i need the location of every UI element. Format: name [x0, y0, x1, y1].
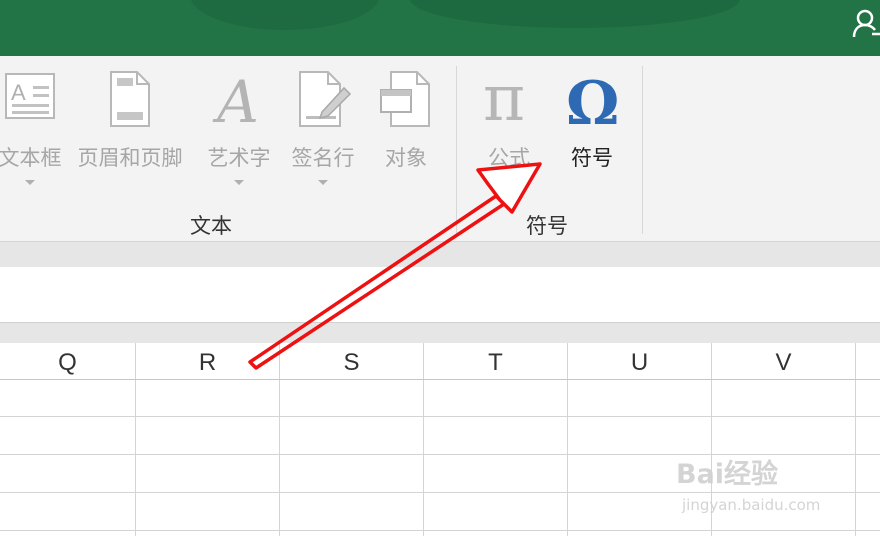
- group-label-symbols: 符号: [526, 214, 568, 238]
- header-footer-button[interactable]: 页眉和页脚: [68, 62, 192, 186]
- wordart-glyph: A: [212, 68, 259, 130]
- wordart-dropdown-icon[interactable]: [234, 180, 244, 185]
- signature-line-icon: [299, 71, 352, 127]
- pi-icon: π: [483, 68, 525, 130]
- wordart-button[interactable]: A 艺术字: [200, 62, 278, 186]
- header-footer-icon: [110, 71, 150, 127]
- group-separator: [642, 66, 643, 234]
- column-gridline: [279, 380, 280, 536]
- object-button[interactable]: 对象: [370, 62, 442, 186]
- column-gridline: [567, 380, 568, 536]
- watermark-logo: Bai经验: [676, 459, 779, 490]
- object-icon: [380, 71, 430, 127]
- equation-dropdown-icon[interactable]: [504, 180, 514, 185]
- header-footer-label: 页眉和页脚: [77, 146, 183, 170]
- column-header-q[interactable]: Q: [0, 343, 136, 379]
- column-header-t[interactable]: T: [424, 343, 568, 379]
- omega-glyph: Ω: [566, 69, 619, 130]
- sheet-top-strip: [0, 323, 880, 343]
- group-label-text: 文本: [190, 214, 232, 238]
- textbox-dropdown-icon[interactable]: [25, 180, 35, 185]
- textbox-glyph: A: [11, 80, 26, 105]
- column-gridline: [423, 380, 424, 536]
- textbox-icon: A: [5, 73, 55, 119]
- omega-icon: Ω: [566, 69, 619, 130]
- signature-line-dropdown-icon[interactable]: [318, 180, 328, 185]
- title-bar: [0, 0, 880, 56]
- row-gridline: [0, 416, 880, 417]
- group-separator: [456, 66, 457, 234]
- equation-label: 公式: [488, 146, 530, 170]
- signature-line-button[interactable]: 签名行: [284, 62, 362, 186]
- column-header-r[interactable]: R: [136, 343, 280, 379]
- textbox-label: 文本框: [0, 146, 62, 170]
- object-label: 对象: [385, 146, 427, 170]
- symbol-label: 符号: [571, 146, 613, 170]
- title-bar-decoration: [410, 0, 740, 28]
- column-gridline: [855, 380, 856, 536]
- wordart-label: 艺术字: [207, 146, 271, 170]
- column-header-u[interactable]: U: [568, 343, 712, 379]
- column-headers: Q R S T U V: [0, 343, 880, 380]
- column-header-v[interactable]: V: [712, 343, 856, 379]
- pi-glyph: π: [483, 68, 525, 130]
- equation-button[interactable]: π 公式: [474, 62, 544, 186]
- signature-line-label: 签名行: [291, 146, 355, 170]
- symbol-button[interactable]: Ω 符号: [556, 62, 628, 186]
- ribbon-collapse-strip: [0, 241, 880, 268]
- wordart-icon: A: [212, 68, 259, 130]
- formula-bar[interactable]: [0, 267, 880, 323]
- column-gridline: [135, 380, 136, 536]
- ribbon-insert-tab: A 文本框 页眉和页脚 A 艺术字 签名行 对象 π 公式 Ω 符号 文本 符号: [0, 56, 880, 241]
- baidu-jingyan-watermark: Bai经验 jingyan.baidu.com: [676, 452, 846, 522]
- watermark-url: jingyan.baidu.com: [682, 496, 821, 514]
- title-bar-decoration: [190, 0, 380, 30]
- textbox-button[interactable]: A 文本框: [0, 62, 66, 186]
- user-account-icon[interactable]: [852, 8, 880, 38]
- column-header-s[interactable]: S: [280, 343, 424, 379]
- row-gridline: [0, 530, 880, 531]
